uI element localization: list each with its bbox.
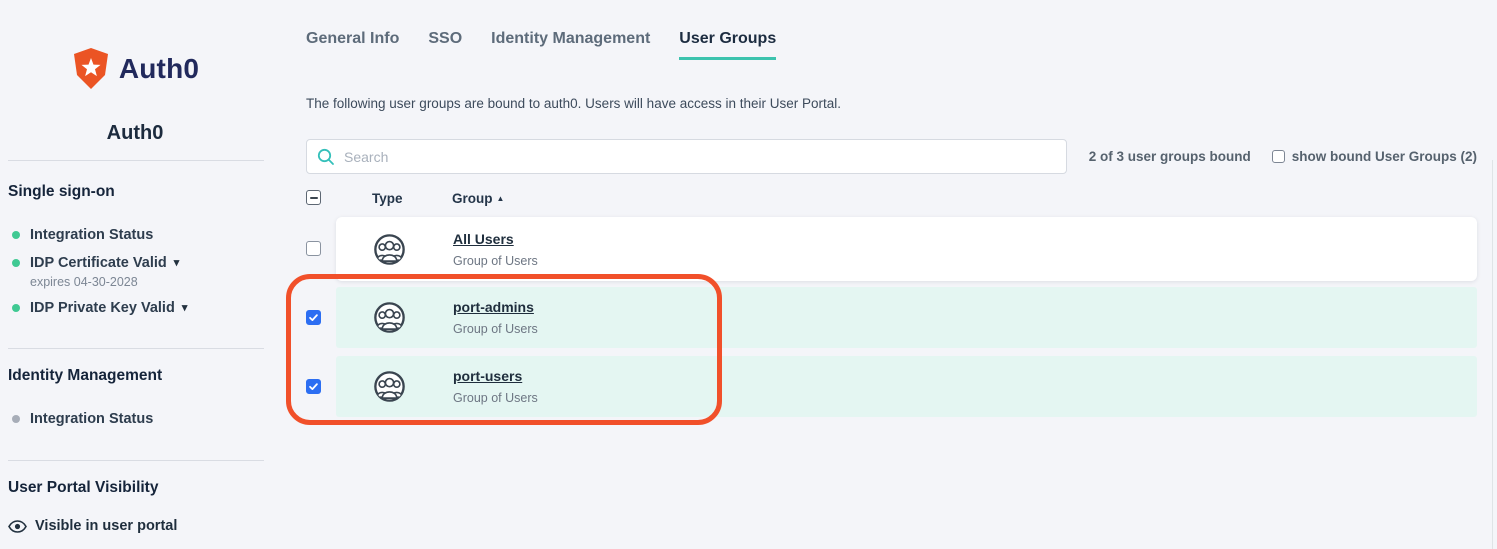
tab-sso[interactable]: SSO	[428, 30, 462, 60]
row-checkbox[interactable]	[306, 241, 321, 256]
group-type-label: Group of Users	[453, 322, 538, 336]
sidebar-divider	[8, 348, 264, 349]
certificate-expiry-text: expires 04-30-2028	[30, 275, 138, 289]
sidebar-item-idm-integration-status: Integration Status	[30, 411, 153, 427]
eye-icon	[8, 520, 27, 533]
status-dot-green	[12, 259, 20, 267]
row-card[interactable]: All Users Group of Users	[336, 217, 1477, 281]
search-icon	[317, 148, 335, 166]
table-row: All Users Group of Users	[306, 217, 1477, 281]
group-type-label: Group of Users	[453, 254, 538, 268]
select-all-checkbox[interactable]	[306, 190, 321, 205]
sidebar-item-visible-in-portal: Visible in user portal	[8, 518, 177, 534]
row-card[interactable]: port-users Group of Users	[336, 356, 1477, 417]
sidebar-item-idp-private-key[interactable]: IDP Private Key Valid ▾	[30, 300, 187, 316]
group-name-link[interactable]: All Users	[453, 231, 514, 247]
group-avatar-icon	[374, 302, 405, 333]
sidebar-item-idp-certificate[interactable]: IDP Certificate Valid ▾	[30, 255, 179, 271]
row-checkbox[interactable]	[306, 379, 321, 394]
bound-summary-text: 2 of 3 user groups bound	[1089, 149, 1251, 164]
section-heading-sso: Single sign-on	[8, 183, 115, 201]
sidebar-item-integration-status: Integration Status	[30, 227, 153, 243]
group-name-link[interactable]: port-users	[453, 368, 522, 384]
group-avatar-icon	[374, 371, 405, 402]
row-checkbox[interactable]	[306, 310, 321, 325]
user-groups-toolbar: 2 of 3 user groups bound show bound User…	[306, 139, 1477, 174]
auth0-shield-icon	[71, 47, 111, 90]
user-groups-description: The following user groups are bound to a…	[306, 96, 841, 111]
caret-down-icon: ▾	[182, 303, 188, 314]
show-bound-checkbox[interactable]	[1272, 150, 1285, 163]
status-dot-green	[12, 231, 20, 239]
show-bound-toggle[interactable]: show bound User Groups (2)	[1272, 149, 1477, 164]
group-avatar-icon	[374, 234, 405, 265]
show-bound-label: show bound User Groups (2)	[1292, 149, 1477, 164]
sidebar-divider	[8, 460, 264, 461]
integration-sidebar: Auth0 Auth0 Single sign-on Integration S…	[0, 0, 270, 549]
search-input[interactable]	[344, 149, 1056, 165]
group-type-label: Group of Users	[453, 391, 538, 405]
group-name-link[interactable]: port-admins	[453, 299, 534, 315]
table-row: port-admins Group of Users	[306, 287, 1477, 348]
status-dot-green	[12, 304, 20, 312]
tab-general-info[interactable]: General Info	[306, 30, 399, 60]
sort-asc-icon: ▲	[497, 194, 505, 203]
search-box[interactable]	[306, 139, 1067, 174]
right-panel-divider	[1492, 160, 1493, 549]
auth0-logo: Auth0	[0, 47, 270, 90]
column-header-group[interactable]: Group▲	[452, 191, 504, 206]
tab-user-groups[interactable]: User Groups	[679, 30, 776, 60]
sidebar-divider	[8, 160, 264, 161]
table-header: Type Group▲	[306, 189, 1477, 211]
row-card[interactable]: port-admins Group of Users	[336, 287, 1477, 348]
section-heading-identity-management: Identity Management	[8, 367, 162, 385]
caret-down-icon: ▾	[174, 258, 180, 269]
section-heading-user-portal-visibility: User Portal Visibility	[8, 479, 158, 497]
integration-title: Auth0	[0, 122, 270, 145]
column-header-type[interactable]: Type	[372, 191, 403, 206]
settings-tabs: General Info SSO Identity Management Use…	[306, 30, 776, 60]
indeterminate-dash	[310, 197, 318, 199]
status-dot-gray	[12, 415, 20, 423]
tab-identity-management[interactable]: Identity Management	[491, 30, 650, 60]
table-row: port-users Group of Users	[306, 356, 1477, 417]
auth0-logo-wordmark: Auth0	[119, 53, 199, 85]
